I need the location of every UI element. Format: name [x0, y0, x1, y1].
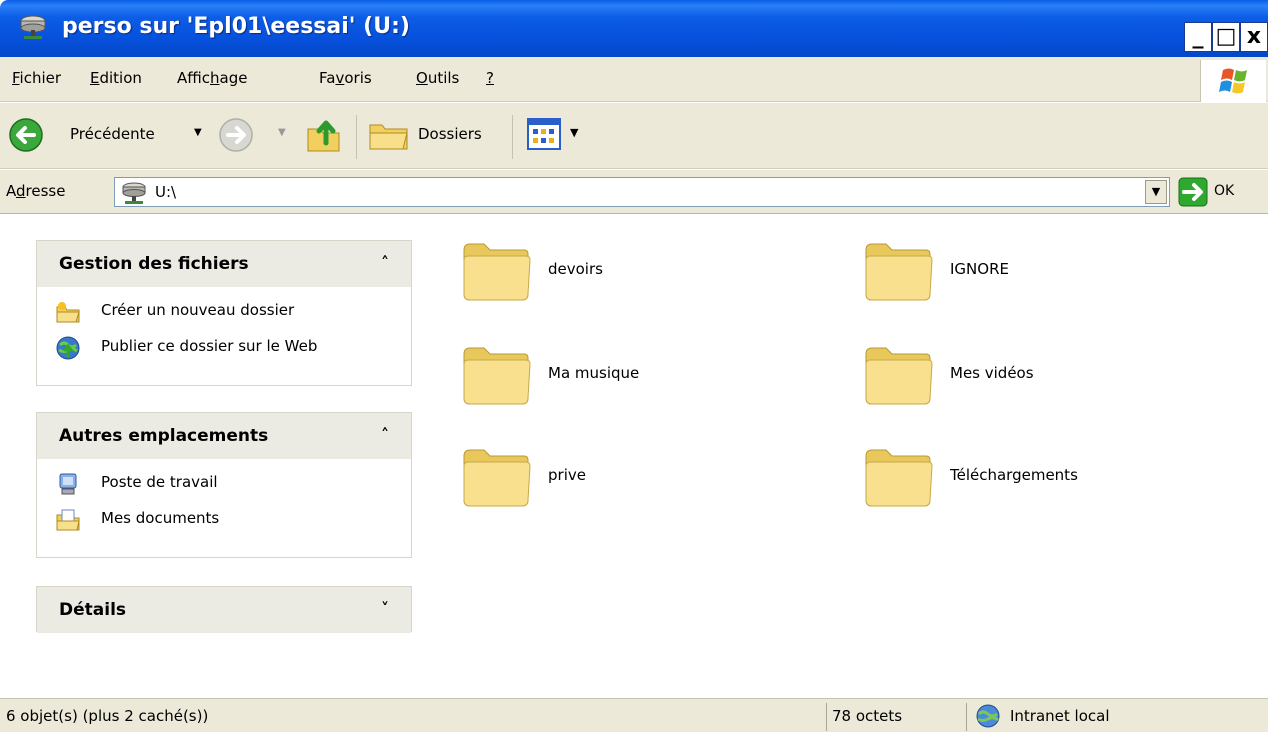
place-my-computer[interactable]: Poste de travail	[37, 467, 411, 503]
maximize-button[interactable]: □	[1212, 22, 1240, 52]
network-drive-icon	[122, 182, 146, 204]
folder-item[interactable]: IGNORE	[862, 236, 1242, 326]
forward-dropdown-icon[interactable]: ▼	[278, 127, 286, 138]
details-pane: Détails ˅	[36, 586, 412, 633]
window-title: perso sur 'Epl01\eessai' (U:)	[62, 14, 410, 39]
title-bar[interactable]: perso sur 'Epl01\eessai' (U:) _ □ x	[0, 0, 1268, 57]
menu-help[interactable]: ?	[486, 69, 494, 87]
collapse-icon[interactable]: ˄	[381, 253, 389, 272]
address-dropdown-button[interactable]: ▼	[1145, 180, 1167, 204]
file-tasks-title: Gestion des fichiers	[59, 254, 249, 274]
place-my-documents[interactable]: Mes documents	[37, 503, 411, 539]
intranet-globe-icon	[976, 704, 1000, 728]
folder-icon	[463, 243, 531, 301]
folders-icon	[369, 124, 408, 150]
status-bar: 6 objet(s) (plus 2 caché(s)) 78 octets I…	[0, 698, 1268, 732]
folder-name: Téléchargements	[950, 466, 1078, 484]
details-header[interactable]: Détails ˅	[37, 587, 411, 633]
details-title: Détails	[59, 600, 127, 620]
address-label: Adresse	[6, 182, 66, 200]
go-label[interactable]: OK	[1214, 183, 1234, 199]
other-places-header[interactable]: Autres emplacements ˄	[37, 413, 411, 459]
folder-icon	[463, 347, 531, 405]
go-arrow-icon[interactable]	[1178, 177, 1208, 207]
menu-edition[interactable]: Edition	[90, 69, 142, 87]
views-dropdown-icon[interactable]: ▼	[570, 126, 578, 139]
other-places-pane: Autres emplacements ˄ Poste de travail M…	[36, 412, 412, 558]
up-folder-button[interactable]	[304, 115, 344, 159]
publish-web-icon	[56, 336, 80, 360]
collapse-icon[interactable]: ˄	[381, 425, 389, 444]
network-drive-icon	[20, 15, 46, 39]
folder-icon	[865, 243, 933, 301]
task-new-folder[interactable]: Créer un nouveau dossier	[37, 295, 411, 331]
menu-fichier[interactable]: Fichier	[12, 69, 61, 87]
folder-icon	[865, 449, 933, 507]
folder-name: Ma musique	[548, 364, 640, 382]
folder-icon	[463, 449, 531, 507]
expand-icon[interactable]: ˅	[381, 599, 389, 618]
folder-item[interactable]: Ma musique	[460, 340, 840, 430]
file-tasks-header[interactable]: Gestion des fichiers ˄	[37, 241, 411, 287]
menu-affichage[interactable]: Affichage	[177, 69, 247, 87]
folder-item[interactable]: devoirs	[460, 236, 840, 326]
chevron-down-icon: ▼	[1151, 185, 1161, 198]
menu-favoris[interactable]: Favoris	[319, 69, 372, 87]
new-folder-icon	[56, 302, 80, 323]
forward-button[interactable]: ▼	[218, 117, 286, 157]
folder-name: IGNORE	[950, 260, 1009, 278]
file-tasks-pane: Gestion des fichiers ˄ Créer un nouveau …	[36, 240, 412, 386]
back-arrow-icon	[9, 118, 43, 152]
views-icon	[527, 118, 561, 150]
folder-item[interactable]: Téléchargements	[862, 442, 1242, 532]
folders-label: Dossiers	[418, 125, 482, 143]
folder-item[interactable]: Mes vidéos	[862, 340, 1242, 430]
menu-bar: Fichier Edition Affichage Favoris Outils…	[0, 57, 1268, 102]
windows-flag-icon	[1219, 68, 1247, 94]
folder-name: prive	[548, 466, 586, 484]
folder-name: devoirs	[548, 260, 603, 278]
folder-icon	[865, 347, 933, 405]
address-input[interactable]: U:\ ▼	[114, 177, 1170, 207]
menu-outils[interactable]: Outils	[416, 69, 459, 87]
content-area: Gestion des fichiers ˄ Créer un nouveau …	[0, 214, 1268, 698]
back-label: Précédente	[70, 125, 155, 143]
status-zone: Intranet local	[1010, 707, 1110, 725]
toolbar: Précédente ▼ ▼ Dossiers ▼	[0, 103, 1268, 169]
minimize-button[interactable]: _	[1184, 22, 1212, 52]
address-value: U:\	[155, 183, 177, 201]
folder-up-icon	[307, 120, 340, 152]
folder-name: Mes vidéos	[950, 364, 1034, 382]
status-size: 78 octets	[832, 707, 903, 725]
folder-item[interactable]: prive	[460, 442, 840, 532]
back-dropdown-icon[interactable]: ▼	[194, 127, 202, 138]
my-computer-icon	[59, 473, 77, 495]
task-publish-web[interactable]: Publier ce dossier sur le Web	[37, 331, 411, 367]
windows-logo	[1200, 60, 1266, 102]
status-object-count: 6 objet(s) (plus 2 caché(s))	[6, 707, 209, 725]
address-bar: Adresse U:\ ▼ OK	[0, 170, 1268, 214]
forward-arrow-icon	[219, 118, 253, 152]
close-button[interactable]: x	[1240, 22, 1268, 52]
my-documents-icon	[56, 509, 80, 531]
other-places-title: Autres emplacements	[59, 426, 269, 446]
